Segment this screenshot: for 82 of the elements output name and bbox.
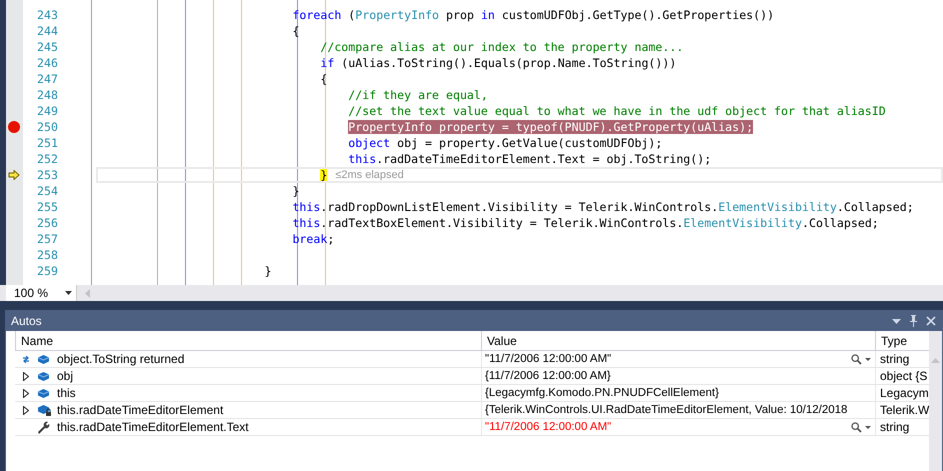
breakpoint-highlight: PropertyInfo property = typeof(PNUDF).GetProperty(uAlias);: [348, 120, 754, 134]
pin-icon[interactable]: [909, 315, 918, 327]
code-keyword: break: [292, 232, 328, 246]
variable-name: this.radDateTimeEditorElement.Text: [57, 420, 249, 434]
code-text: (uAlias.ToString().Equals(prop.Name.ToString())): [340, 56, 676, 70]
variable-name: obj: [57, 369, 74, 383]
current-statement-highlight: }: [320, 168, 328, 182]
line-number: 255: [36, 200, 58, 214]
line-number: 247: [36, 72, 58, 86]
variable-value: {Legacymfg.Komodo.PN.PNUDFCellElement}: [485, 387, 719, 399]
code-text: prop: [445, 8, 475, 22]
code-text: .radDateTimeEditorElement.Text = obj.ToString();: [376, 152, 712, 166]
caret-icon: [865, 426, 871, 428]
code-text: .Collapsed;: [836, 200, 914, 214]
code-type-name: PropertyInfo: [355, 8, 440, 22]
code-comment: //compare alias at our index to the property name...: [320, 40, 684, 54]
code-keyword: if: [320, 56, 334, 70]
return-arrows-icon: [22, 356, 30, 362]
code-text: .Collapsed;: [802, 216, 879, 230]
code-keyword: this: [292, 200, 320, 214]
code-text: {: [320, 72, 328, 86]
wrench-icon: [37, 420, 50, 434]
code-type-name: ElementVisibility: [683, 216, 802, 230]
line-number: 259: [36, 264, 58, 278]
code-text: (: [347, 8, 356, 22]
line-number: 244: [36, 24, 58, 38]
variable-value: "11/7/2006 12:00:00 AM": [485, 421, 612, 433]
line-number: 243: [36, 8, 58, 22]
panel-title: Autos: [11, 314, 42, 328]
variable-value: {11/7/2006 12:00:00 AM}: [485, 370, 611, 382]
code-keyword: this: [348, 152, 376, 166]
visualizer-button[interactable]: [851, 422, 871, 432]
line-number: 248: [36, 88, 58, 102]
variable-name: this: [57, 386, 76, 400]
code-keyword: in: [480, 8, 495, 22]
line-number: 245: [36, 40, 58, 54]
field-icon: [37, 354, 50, 364]
line-number: 249: [36, 104, 58, 118]
line-number: 258: [36, 248, 58, 262]
code-keyword: this: [292, 216, 320, 230]
column-header[interactable]: Name: [16, 331, 481, 350]
line-number: 246: [36, 56, 58, 70]
visualizer-button[interactable]: [851, 354, 871, 364]
dropdown-icon[interactable]: [892, 318, 901, 324]
private-field-icon: [37, 404, 52, 416]
close-icon[interactable]: [926, 316, 936, 326]
code-comment: //if they are equal,: [348, 88, 488, 102]
variable-name: this.radDateTimeEditorElement: [57, 403, 224, 417]
code-text: customUDFObj.GetType().GetProperties()): [500, 8, 774, 22]
line-number: 253: [36, 168, 58, 182]
column-header[interactable]: Value: [481, 331, 875, 350]
code-type-name: ElementVisibility: [718, 200, 837, 214]
variable-value: {Telerik.WinControls.UI.RadDateTimeEditorElement, Value: 10/12/2018: [485, 404, 848, 416]
code-text: .radDropDownListElement.Visibility = Telerik.WinControls.: [320, 200, 718, 214]
code-keyword: foreach: [292, 8, 342, 22]
caret-icon: [65, 291, 72, 295]
code-text: ;: [327, 232, 334, 246]
zoom-dropdown[interactable]: 100 %: [6, 285, 77, 301]
variable-value: "11/7/2006 12:00:00 AM": [485, 353, 612, 365]
line-number: 257: [36, 232, 58, 246]
line-number: 251: [36, 136, 58, 150]
code-keyword: object: [348, 136, 390, 150]
line-number: 252: [36, 152, 58, 166]
code-text: .radTextBoxElement.Visibility = Telerik.WinControls.: [320, 216, 684, 230]
caret-icon: [865, 358, 871, 360]
field-icon: [37, 370, 50, 382]
code-comment: //set the text value equal to what we have in the udf object for that aliasID: [348, 104, 886, 118]
vertical-scrollbar[interactable]: [929, 331, 942, 471]
line-number: 254: [36, 184, 58, 198]
line-number: 256: [36, 216, 58, 230]
field-icon: [37, 388, 50, 398]
code-text: {: [292, 24, 300, 38]
search-icon: [851, 354, 862, 364]
code-text: obj = property.GetValue(customUDFObj);: [396, 136, 662, 150]
scroll-left-icon: [85, 288, 90, 298]
variable-name: object.ToString returned: [57, 352, 184, 366]
code-text: }: [264, 264, 272, 278]
scroll-up-icon: [931, 358, 940, 363]
code-editor[interactable]: [0, 0, 943, 285]
line-number: 250: [36, 120, 58, 134]
search-icon: [851, 422, 862, 432]
code-text: }: [292, 184, 300, 198]
